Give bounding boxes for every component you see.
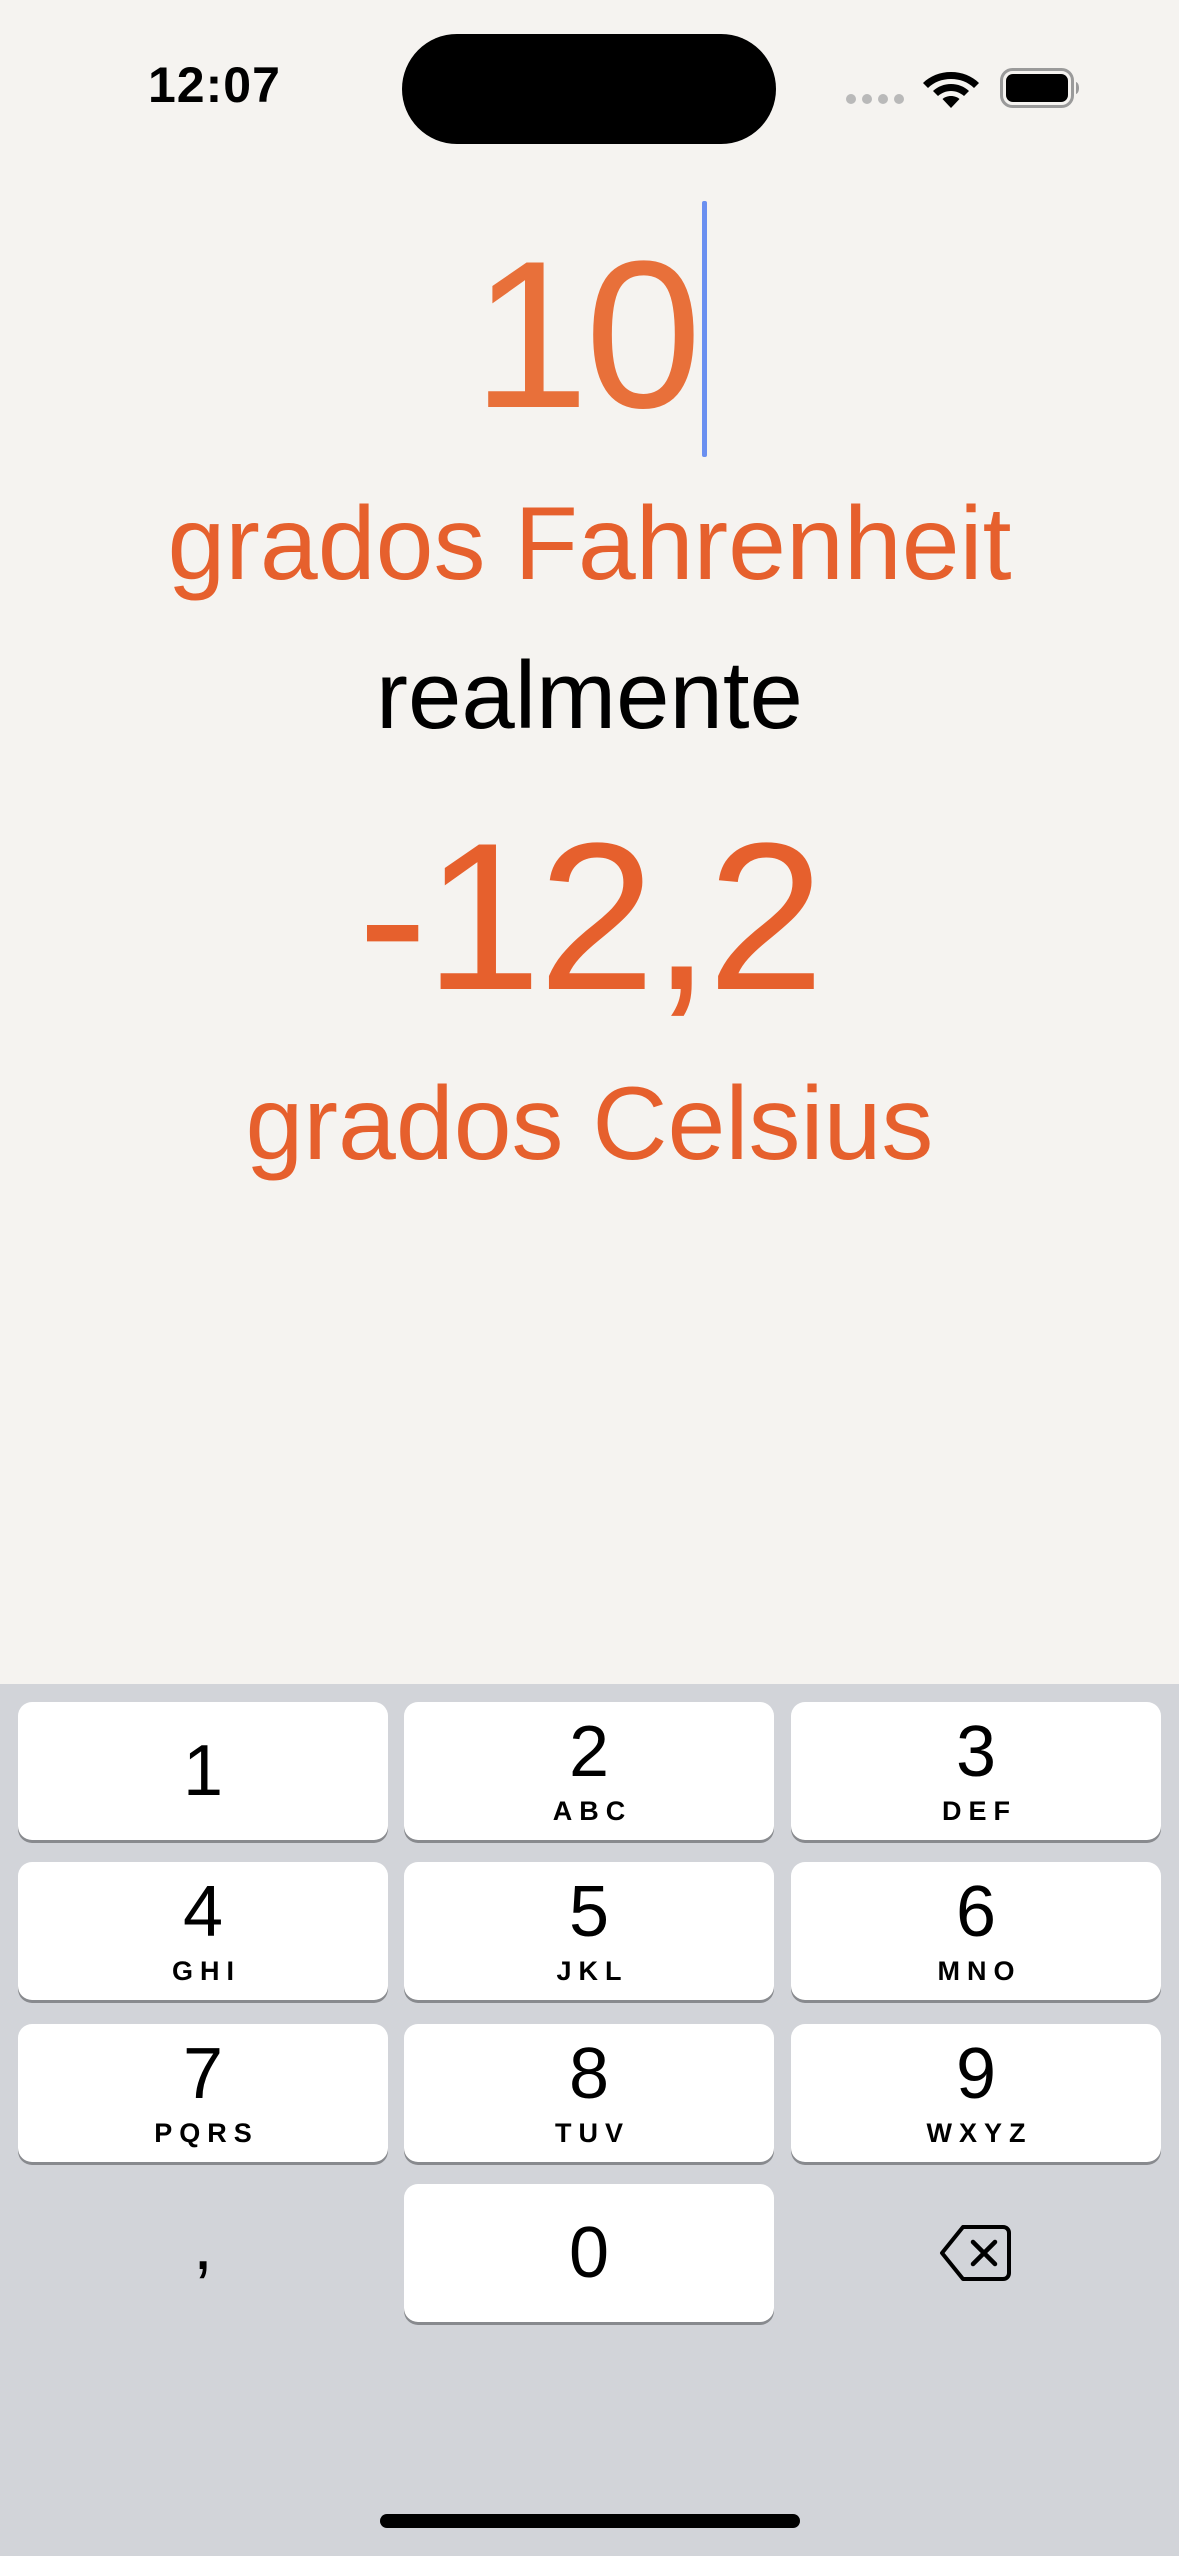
backspace-icon	[940, 2225, 1011, 2281]
key-digit: 1	[182, 1731, 224, 1811]
delete-key[interactable]	[791, 2184, 1161, 2322]
key-0[interactable]: 0	[404, 2184, 774, 2322]
status-time: 12:07	[148, 57, 281, 113]
key-letters: ABC	[552, 1795, 633, 1826]
numeric-keypad: 1 2 ABC 3 DEF 4 GHI 5 JKL 6 MNO 7 PQRS 8…	[0, 1684, 1179, 2556]
key-letters: GHI	[171, 1955, 241, 1986]
key-6[interactable]: 6 MNO	[791, 1862, 1161, 2000]
signal-icon	[846, 94, 904, 104]
key-digit: 2	[568, 1711, 610, 1792]
key-7[interactable]: 7 PQRS	[18, 2024, 388, 2162]
key-digit: 3	[955, 1711, 997, 1792]
battery-icon	[1000, 68, 1079, 108]
key-5[interactable]: 5 JKL	[404, 1862, 774, 2000]
key-letters: MNO	[937, 1955, 1022, 1986]
key-letters: DEF	[942, 1795, 1017, 1826]
key-digit: 0	[568, 2213, 610, 2293]
key-letters: PQRS	[154, 2117, 259, 2148]
text-cursor	[701, 201, 707, 457]
decimal-comma-key[interactable]: ,	[18, 2184, 388, 2322]
key-1[interactable]: 1	[18, 1702, 388, 1840]
key-digit: 6	[955, 1871, 997, 1952]
result-value: -12,2	[357, 799, 825, 1034]
from-unit-label[interactable]: grados Fahrenheit	[0, 492, 1179, 596]
temperature-input[interactable]: 10	[0, 201, 1179, 460]
key-digit: 5	[568, 1871, 610, 1952]
key-digit: 9	[955, 2033, 997, 2114]
connector-text: realmente	[376, 642, 803, 749]
key-letters: TUV	[555, 2117, 630, 2148]
key-8[interactable]: 8 TUV	[404, 2024, 774, 2162]
key-3[interactable]: 3 DEF	[791, 1702, 1161, 1840]
decimal-comma-label: ,	[192, 2205, 213, 2285]
input-value[interactable]: 10	[472, 230, 702, 440]
key-2[interactable]: 2 ABC	[404, 1702, 774, 1840]
key-9[interactable]: 9 WXYZ	[791, 2024, 1161, 2162]
wifi-icon	[923, 72, 979, 108]
key-letters: WXYZ	[926, 2117, 1033, 2148]
key-digit: 8	[568, 2033, 610, 2114]
key-digit: 7	[182, 2033, 224, 2114]
key-4[interactable]: 4 GHI	[18, 1862, 388, 2000]
home-indicator[interactable]	[380, 2514, 800, 2528]
to-unit-label[interactable]: grados Celsius	[0, 1072, 1179, 1176]
dynamic-island	[402, 34, 776, 144]
key-letters: JKL	[556, 1955, 629, 1986]
key-digit: 4	[182, 1871, 224, 1952]
